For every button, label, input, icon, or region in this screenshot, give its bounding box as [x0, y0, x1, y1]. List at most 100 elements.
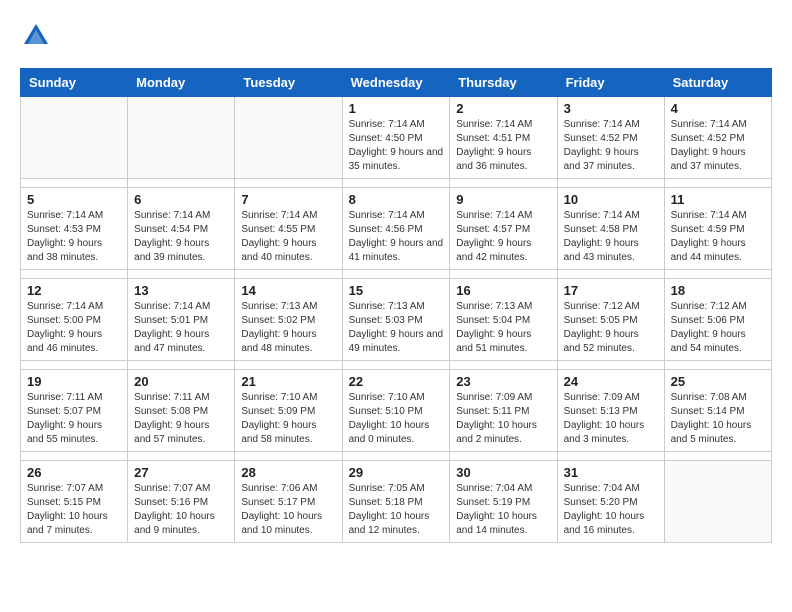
day-number: 13	[134, 283, 228, 298]
day-number: 12	[27, 283, 121, 298]
day-info: Sunrise: 7:14 AM Sunset: 4:56 PM Dayligh…	[349, 209, 444, 265]
calendar-day: 18Sunrise: 7:12 AM Sunset: 5:06 PM Dayli…	[664, 279, 771, 361]
day-info: Sunrise: 7:09 AM Sunset: 5:13 PM Dayligh…	[564, 391, 658, 447]
day-number: 20	[134, 374, 228, 389]
day-info: Sunrise: 7:09 AM Sunset: 5:11 PM Dayligh…	[456, 391, 550, 447]
day-number: 18	[671, 283, 765, 298]
week-separator	[21, 452, 772, 461]
calendar-day: 17 Sunrise: 7:12 AM Sunset: 5:05 PM Dayli…	[557, 279, 664, 361]
week-separator	[21, 361, 772, 370]
calendar-week-row: 5 Sunrise: 7:14 AM Sunset: 4:53 PM Daylig…	[21, 188, 772, 270]
day-info: Sunrise: 7:14 AM Sunset: 5:01 PM Dayligh…	[134, 300, 228, 356]
day-info: Sunrise: 7:14 AM Sunset: 4:51 PM Dayligh…	[456, 118, 550, 174]
calendar-day: 11 Sunrise: 7:14 AM Sunset: 4:59 PM Dayli…	[664, 188, 771, 270]
day-info: Sunrise: 7:14 AM Sunset: 4:52 PM Dayligh…	[564, 118, 658, 174]
calendar-day: 31Sunrise: 7:04 AM Sunset: 5:20 PM Dayli…	[557, 461, 664, 543]
calendar-day: 4Sunrise: 7:14 AM Sunset: 4:52 PM Daylig…	[664, 97, 771, 179]
day-info: Sunrise: 7:10 AM Sunset: 5:09 PM Dayligh…	[241, 391, 335, 447]
day-info: Sunrise: 7:07 AM Sunset: 5:15 PM Dayligh…	[27, 482, 121, 538]
day-number: 4	[671, 101, 765, 116]
day-info: Sunrise: 7:14 AM Sunset: 4:59 PM Dayligh…	[671, 209, 765, 265]
day-number: 16	[456, 283, 550, 298]
calendar-day: 27 Sunrise: 7:07 AM Sunset: 5:16 PM Dayli…	[128, 461, 235, 543]
day-number: 30	[456, 465, 550, 480]
week-separator	[21, 179, 772, 188]
day-header-wednesday: Wednesday	[342, 69, 450, 97]
calendar-day: 14 Sunrise: 7:13 AM Sunset: 5:02 PM Dayli…	[235, 279, 342, 361]
calendar-week-row: 1 Sunrise: 7:14 AM Sunset: 4:50 PM Daylig…	[21, 97, 772, 179]
day-header-saturday: Saturday	[664, 69, 771, 97]
day-number: 9	[456, 192, 550, 207]
day-info: Sunrise: 7:13 AM Sunset: 5:02 PM Dayligh…	[241, 300, 335, 356]
day-number: 28	[241, 465, 335, 480]
calendar-day: 26Sunrise: 7:07 AM Sunset: 5:15 PM Dayli…	[21, 461, 128, 543]
day-info: Sunrise: 7:14 AM Sunset: 4:54 PM Dayligh…	[134, 209, 228, 265]
calendar-day: 12 Sunrise: 7:14 AM Sunset: 5:00 PM Dayli…	[21, 279, 128, 361]
day-number: 25	[671, 374, 765, 389]
page-header	[20, 20, 772, 52]
calendar-day: 13 Sunrise: 7:14 AM Sunset: 5:01 PM Dayli…	[128, 279, 235, 361]
day-header-tuesday: Tuesday	[235, 69, 342, 97]
day-header-friday: Friday	[557, 69, 664, 97]
day-number: 17	[564, 283, 658, 298]
day-info: Sunrise: 7:13 AM Sunset: 5:03 PM Dayligh…	[349, 300, 444, 356]
calendar-day: 7 Sunrise: 7:14 AM Sunset: 4:55 PM Daylig…	[235, 188, 342, 270]
calendar-day: 28 Sunrise: 7:06 AM Sunset: 5:17 PM Dayli…	[235, 461, 342, 543]
day-number: 5	[27, 192, 121, 207]
calendar-week-row: 26Sunrise: 7:07 AM Sunset: 5:15 PM Dayli…	[21, 461, 772, 543]
day-info: Sunrise: 7:08 AM Sunset: 5:14 PM Dayligh…	[671, 391, 765, 447]
calendar-day	[664, 461, 771, 543]
day-info: Sunrise: 7:12 AM Sunset: 5:05 PM Dayligh…	[564, 300, 658, 356]
calendar-day: 1 Sunrise: 7:14 AM Sunset: 4:50 PM Daylig…	[342, 97, 450, 179]
day-number: 8	[349, 192, 444, 207]
day-info: Sunrise: 7:07 AM Sunset: 5:16 PM Dayligh…	[134, 482, 228, 538]
calendar-day: 22 Sunrise: 7:10 AM Sunset: 5:10 PM Dayli…	[342, 370, 450, 452]
day-info: Sunrise: 7:06 AM Sunset: 5:17 PM Dayligh…	[241, 482, 335, 538]
calendar-day: 21 Sunrise: 7:10 AM Sunset: 5:09 PM Dayli…	[235, 370, 342, 452]
day-number: 27	[134, 465, 228, 480]
day-number: 2	[456, 101, 550, 116]
day-number: 3	[564, 101, 658, 116]
day-header-sunday: Sunday	[21, 69, 128, 97]
calendar-header-row: SundayMondayTuesdayWednesdayThursdayFrid…	[21, 69, 772, 97]
calendar-day	[235, 97, 342, 179]
calendar-day: 5 Sunrise: 7:14 AM Sunset: 4:53 PM Daylig…	[21, 188, 128, 270]
calendar-day: 15 Sunrise: 7:13 AM Sunset: 5:03 PM Dayli…	[342, 279, 450, 361]
day-number: 1	[349, 101, 444, 116]
day-info: Sunrise: 7:14 AM Sunset: 4:50 PM Dayligh…	[349, 118, 444, 174]
calendar-day: 16 Sunrise: 7:13 AM Sunset: 5:04 PM Dayli…	[450, 279, 557, 361]
calendar-day: 9 Sunrise: 7:14 AM Sunset: 4:57 PM Daylig…	[450, 188, 557, 270]
day-info: Sunrise: 7:14 AM Sunset: 4:53 PM Dayligh…	[27, 209, 121, 265]
logo-icon	[20, 20, 52, 52]
day-header-monday: Monday	[128, 69, 235, 97]
day-number: 29	[349, 465, 444, 480]
day-number: 15	[349, 283, 444, 298]
calendar-day: 24 Sunrise: 7:09 AM Sunset: 5:13 PM Dayli…	[557, 370, 664, 452]
day-header-thursday: Thursday	[450, 69, 557, 97]
day-info: Sunrise: 7:05 AM Sunset: 5:18 PM Dayligh…	[349, 482, 444, 538]
day-number: 19	[27, 374, 121, 389]
calendar-day: 20Sunrise: 7:11 AM Sunset: 5:08 PM Dayli…	[128, 370, 235, 452]
calendar-day: 6 Sunrise: 7:14 AM Sunset: 4:54 PM Daylig…	[128, 188, 235, 270]
day-number: 10	[564, 192, 658, 207]
calendar-day: 3 Sunrise: 7:14 AM Sunset: 4:52 PM Daylig…	[557, 97, 664, 179]
day-number: 22	[349, 374, 444, 389]
calendar-week-row: 12 Sunrise: 7:14 AM Sunset: 5:00 PM Dayli…	[21, 279, 772, 361]
day-number: 6	[134, 192, 228, 207]
day-info: Sunrise: 7:13 AM Sunset: 5:04 PM Dayligh…	[456, 300, 550, 356]
day-number: 31	[564, 465, 658, 480]
day-number: 11	[671, 192, 765, 207]
calendar-day: 8 Sunrise: 7:14 AM Sunset: 4:56 PM Daylig…	[342, 188, 450, 270]
day-info: Sunrise: 7:10 AM Sunset: 5:10 PM Dayligh…	[349, 391, 444, 447]
day-number: 24	[564, 374, 658, 389]
day-number: 23	[456, 374, 550, 389]
day-number: 7	[241, 192, 335, 207]
day-info: Sunrise: 7:14 AM Sunset: 5:00 PM Dayligh…	[27, 300, 121, 356]
day-number: 21	[241, 374, 335, 389]
day-info: Sunrise: 7:14 AM Sunset: 4:57 PM Dayligh…	[456, 209, 550, 265]
day-number: 14	[241, 283, 335, 298]
calendar-day	[21, 97, 128, 179]
day-info: Sunrise: 7:14 AM Sunset: 4:55 PM Dayligh…	[241, 209, 335, 265]
calendar-day: 30Sunrise: 7:04 AM Sunset: 5:19 PM Dayli…	[450, 461, 557, 543]
calendar-day	[128, 97, 235, 179]
